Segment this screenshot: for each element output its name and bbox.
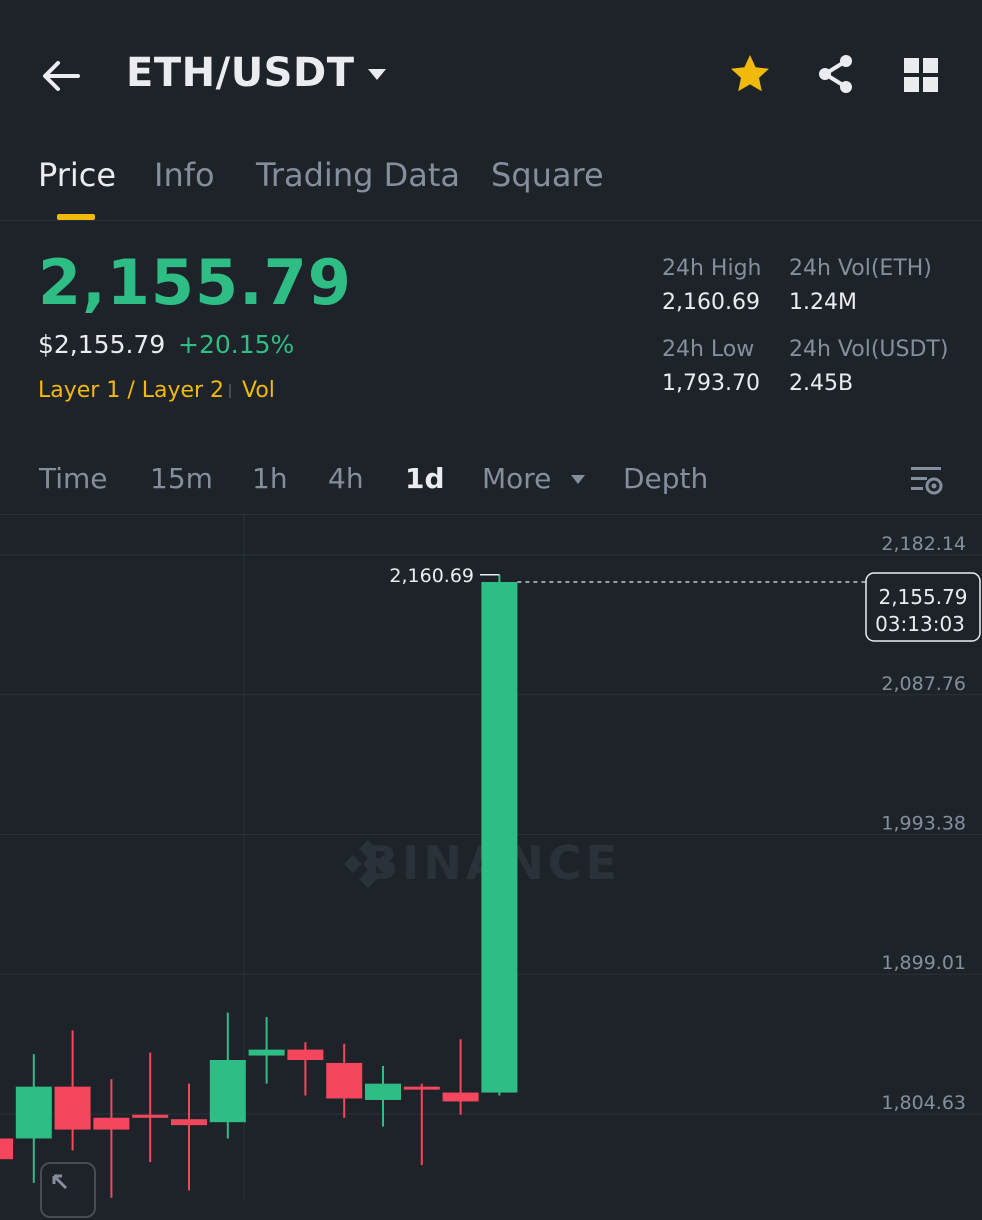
trading-pair-title[interactable]: ETH/USDT: [126, 50, 354, 96]
candle-body[interactable]: [132, 1114, 169, 1118]
price-change-percent: +20.15%: [178, 330, 295, 359]
high-label: 24h High: [662, 256, 762, 281]
caret-down-icon[interactable]: [366, 66, 388, 82]
expand-icon: [52, 1174, 68, 1190]
back-arrow-icon[interactable]: [38, 54, 82, 98]
low-value: 1,793.70: [662, 371, 760, 396]
candle-body[interactable]: [209, 1059, 246, 1123]
candle-body[interactable]: [15, 1086, 52, 1139]
fullscreen-button[interactable]: [40, 1162, 96, 1218]
y-tick-label: 1,899.01: [881, 952, 966, 974]
grid-icon[interactable]: [900, 54, 942, 96]
star-icon[interactable]: [728, 52, 772, 96]
candle-body[interactable]: [0, 1138, 13, 1160]
vol-tag[interactable]: Vol: [242, 378, 275, 403]
candle-body[interactable]: [171, 1119, 207, 1126]
interval-1h[interactable]: 1h: [252, 462, 288, 495]
high-marker-label: 2,160.69: [389, 565, 474, 587]
candle-body[interactable]: [93, 1117, 130, 1130]
interval-more[interactable]: More: [482, 462, 551, 495]
share-icon[interactable]: [814, 52, 858, 96]
interval-15m[interactable]: 15m: [150, 462, 213, 495]
low-label: 24h Low: [662, 337, 755, 362]
category-tag[interactable]: Layer 1 / Layer 2: [38, 378, 224, 403]
candle-body[interactable]: [248, 1049, 285, 1056]
y-tick-label: 1,993.38: [881, 813, 966, 835]
high-value: 2,160.69: [662, 290, 760, 315]
tab-price[interactable]: Price: [38, 156, 116, 194]
current-price-label: 2,155.79: [878, 585, 967, 609]
vol-eth-label: 24h Vol(ETH): [789, 256, 932, 281]
chart-settings-icon[interactable]: [908, 462, 944, 498]
interval-4h[interactable]: 4h: [328, 462, 364, 495]
interval-depth[interactable]: Depth: [623, 462, 708, 495]
tab-bar: Price Info Trading Data Square: [0, 150, 982, 220]
vol-usdt-value: 2.45B: [789, 371, 854, 396]
candle-body[interactable]: [326, 1062, 363, 1099]
candle-body[interactable]: [442, 1092, 479, 1102]
interval-bar: Time 15m 1h 4h 1d More Depth: [0, 450, 982, 514]
interval-time[interactable]: Time: [39, 462, 108, 495]
candlestick-chart[interactable]: BINANCE 2,182.142,087.761,993.381,899.01…: [0, 515, 982, 1200]
candle-body[interactable]: [403, 1086, 440, 1090]
candle-countdown: 03:13:03: [875, 612, 965, 636]
candle-body[interactable]: [287, 1049, 324, 1060]
y-tick-label: 1,804.63: [881, 1092, 966, 1114]
candle-body[interactable]: [481, 582, 518, 1093]
tag-separator: [229, 384, 231, 398]
tab-square[interactable]: Square: [491, 156, 604, 194]
candle-body[interactable]: [365, 1083, 401, 1100]
vol-eth-value: 1.24M: [789, 290, 857, 315]
y-tick-label: 2,087.76: [881, 673, 966, 695]
tab-trading-data[interactable]: Trading Data: [256, 156, 460, 194]
y-tick-label: 2,182.14: [881, 533, 966, 555]
vol-usdt-label: 24h Vol(USDT): [789, 337, 949, 362]
divider: [0, 220, 982, 221]
tab-info[interactable]: Info: [154, 156, 215, 194]
interval-1d[interactable]: 1d: [405, 462, 445, 495]
candle-body[interactable]: [54, 1086, 91, 1130]
top-bar: ETH/USDT: [0, 0, 982, 150]
last-price: 2,155.79: [38, 246, 352, 319]
usd-price: $2,155.79: [38, 330, 166, 359]
more-caret-down-icon[interactable]: [570, 473, 586, 485]
